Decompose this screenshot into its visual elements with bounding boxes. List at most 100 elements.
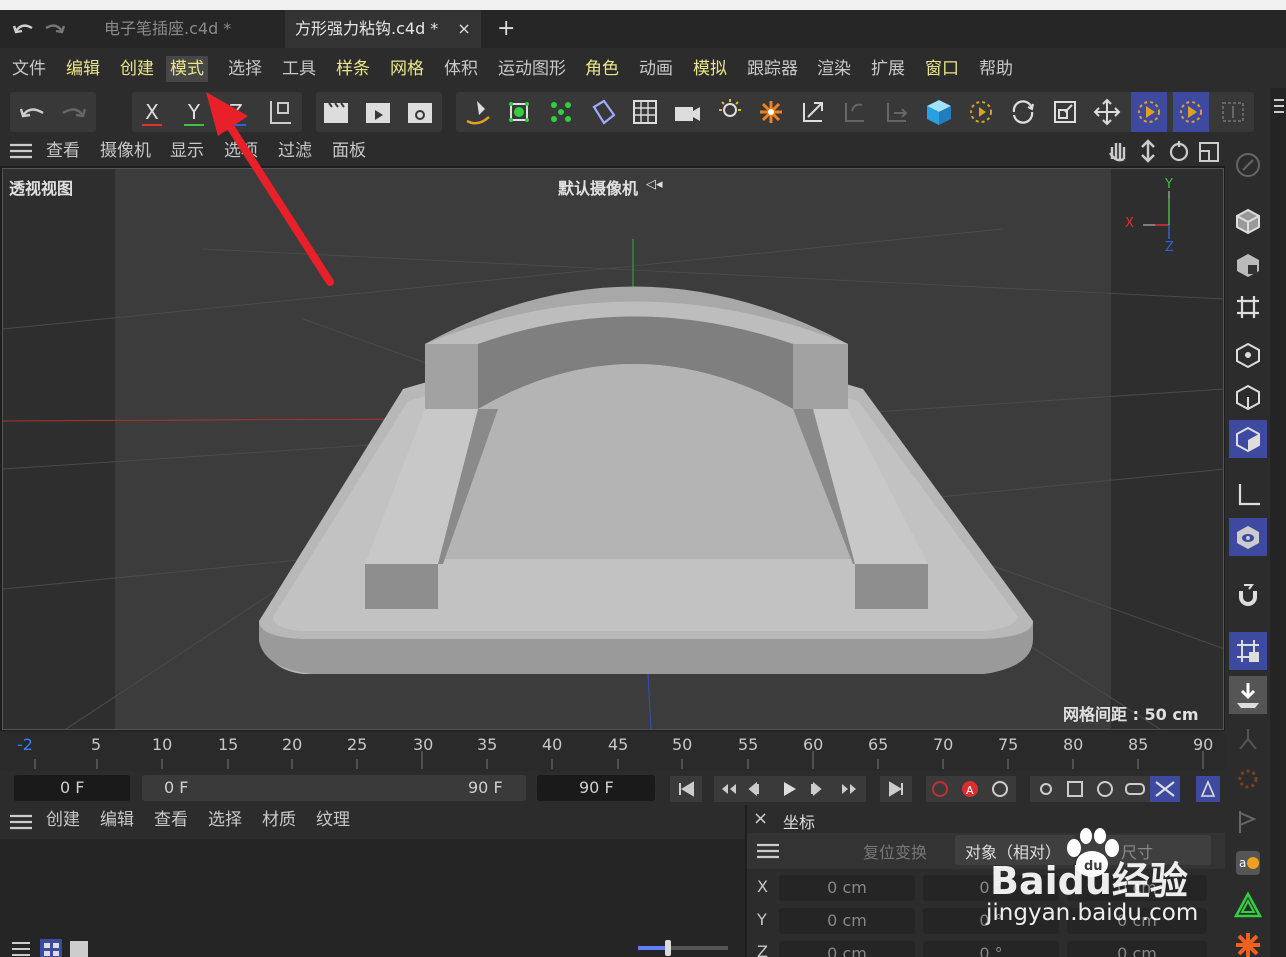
menu-animation[interactable]: 动画 <box>635 56 677 82</box>
reset-transform-button[interactable]: 复位变换 <box>863 839 927 863</box>
material-hamburger-icon[interactable] <box>10 814 32 830</box>
rotation-z-field[interactable]: 0 ° <box>923 941 1059 957</box>
menu-volume[interactable]: 体积 <box>440 56 482 82</box>
camera-icon[interactable] <box>669 92 705 132</box>
side-menu-icon[interactable] <box>1274 98 1284 114</box>
rotate-tool-icon[interactable] <box>1005 92 1041 132</box>
material-manager-panel: 创建 编辑 查看 选择 材质 纹理 <box>0 805 745 957</box>
thumbnail-size-slider[interactable] <box>638 940 728 956</box>
frame-range-slider[interactable]: 0 F 90 F <box>142 775 526 801</box>
subdivision-surface-icon[interactable] <box>501 92 537 132</box>
lock-x-axis-button[interactable]: X <box>134 92 170 132</box>
solo-view-icon[interactable] <box>1229 518 1267 556</box>
tab-document-1[interactable]: 电子笔插座.c4d * <box>104 10 231 48</box>
menu-tools[interactable]: 工具 <box>278 56 320 82</box>
menu-mograph[interactable]: 运动图形 <box>494 56 570 82</box>
timeline-marker-icon[interactable] <box>1215 92 1251 132</box>
material-menu-select[interactable]: 选择 <box>208 807 242 833</box>
end-frame-field[interactable]: 90 F <box>537 775 655 801</box>
axis-mode-icon[interactable] <box>1229 476 1267 514</box>
cube-object-icon[interactable] <box>921 92 957 132</box>
playback-controls[interactable]: A <box>670 776 1220 802</box>
coords-hamburger-icon[interactable] <box>757 843 779 859</box>
tab-add-icon[interactable]: + <box>497 10 515 48</box>
menu-extensions[interactable]: 扩展 <box>867 56 909 82</box>
material-view-mode-icons[interactable] <box>10 937 94 957</box>
floor-snap-icon[interactable] <box>1229 676 1267 714</box>
view-menu-camera[interactable]: 摄像机 <box>100 138 151 164</box>
particle-icon[interactable] <box>1229 760 1267 798</box>
flag-icon[interactable] <box>1229 802 1267 840</box>
timeline-tick-start: -2 <box>17 735 33 754</box>
redo-icon[interactable] <box>56 92 92 132</box>
position-x-field[interactable]: 0 cm <box>779 875 915 901</box>
menu-create[interactable]: 创建 <box>116 56 158 82</box>
cloner-icon[interactable] <box>543 92 579 132</box>
deformer-icon[interactable] <box>585 92 621 132</box>
model-mode-icon[interactable] <box>1229 202 1267 240</box>
coord-row-y-label: Y <box>757 910 767 929</box>
timeline-tick: 75 <box>998 735 1019 754</box>
undo-icon[interactable] <box>14 92 50 132</box>
current-frame-field[interactable]: 0 F <box>14 775 130 801</box>
position-y-field[interactable]: 0 cm <box>779 908 915 934</box>
menu-render[interactable]: 渲染 <box>813 56 855 82</box>
menu-mode[interactable]: 模式 <box>166 56 208 82</box>
joint-tool-icon[interactable] <box>1229 720 1267 758</box>
menu-character[interactable]: 角色 <box>581 56 623 82</box>
timeline-ruler[interactable]: -2 5 10 15 20 25 30 35 40 45 50 55 60 65… <box>0 731 1225 771</box>
material-list-area[interactable] <box>0 839 745 957</box>
scale-tool-icon[interactable] <box>753 92 789 132</box>
render-picture-viewer-icon[interactable] <box>360 92 396 132</box>
tab-close-icon[interactable]: × <box>457 19 470 38</box>
coords-close-icon[interactable]: × <box>753 808 768 829</box>
menu-file[interactable]: 文件 <box>8 56 50 82</box>
menu-spline[interactable]: 样条 <box>332 56 374 82</box>
rotate-axis-icon[interactable] <box>837 92 873 132</box>
move-tool-icon[interactable] <box>1089 92 1125 132</box>
spline-pen-icon[interactable] <box>460 92 496 132</box>
material-menu-material[interactable]: 材质 <box>262 807 296 833</box>
edit-mode-icon[interactable] <box>1229 146 1267 184</box>
play-selection-icon[interactable] <box>1131 92 1167 132</box>
plugin-burst-icon[interactable] <box>1229 926 1267 957</box>
material-menu-create[interactable]: 创建 <box>46 807 80 833</box>
viewport-nav-icons[interactable] <box>1106 139 1222 163</box>
menu-simulate[interactable]: 模拟 <box>689 56 731 82</box>
polygons-mode-icon[interactable] <box>1229 420 1267 458</box>
view-menu-view[interactable]: 查看 <box>46 138 80 164</box>
menu-help[interactable]: 帮助 <box>975 56 1017 82</box>
workplane-icon[interactable] <box>1229 288 1267 326</box>
move-axis-icon[interactable] <box>879 92 915 132</box>
snap-magnet-icon[interactable] <box>1229 576 1267 614</box>
timeline-tick: 40 <box>542 735 563 754</box>
attribute-panel-edge <box>1270 88 1286 957</box>
size-z-field[interactable]: 0 cm <box>1067 941 1207 957</box>
menu-edit[interactable]: 编辑 <box>62 56 104 82</box>
timeline-tick: 60 <box>803 735 824 754</box>
material-menu-edit[interactable]: 编辑 <box>100 807 134 833</box>
material-menu-texture[interactable]: 纹理 <box>316 807 350 833</box>
snap-grid-icon[interactable] <box>1229 632 1267 670</box>
material-menu-view[interactable]: 查看 <box>154 807 188 833</box>
scale-object-icon[interactable] <box>1047 92 1083 132</box>
scale-axis-icon[interactable] <box>795 92 831 132</box>
position-z-field[interactable]: 0 cm <box>779 941 915 957</box>
render-settings-icon[interactable] <box>402 92 438 132</box>
menu-mesh[interactable]: 网格 <box>386 56 428 82</box>
menu-window[interactable]: 窗口 <box>921 56 963 82</box>
menu-tracker[interactable]: 跟踪器 <box>743 56 802 82</box>
texture-mode-icon[interactable] <box>1229 246 1267 284</box>
edges-mode-icon[interactable] <box>1229 378 1267 416</box>
tab-document-2[interactable]: 方形强力粘钩.c4d * × <box>285 10 481 48</box>
plugin-triangle-icon[interactable] <box>1229 886 1267 924</box>
floor-grid-icon[interactable] <box>627 92 663 132</box>
light-icon[interactable] <box>711 92 747 132</box>
hamburger-menu-icon[interactable] <box>10 143 32 159</box>
perspective-viewport[interactable]: 透视视图 默认摄像机 ◁◂ Y X Z 网格间距 : 50 cm <box>2 168 1224 730</box>
points-mode-icon[interactable] <box>1229 336 1267 374</box>
live-selection-icon[interactable] <box>963 92 999 132</box>
play-rect-selection-icon[interactable] <box>1173 92 1209 132</box>
menu-select[interactable]: 选择 <box>224 56 266 82</box>
plugin-ab-icon[interactable]: a <box>1229 844 1267 882</box>
